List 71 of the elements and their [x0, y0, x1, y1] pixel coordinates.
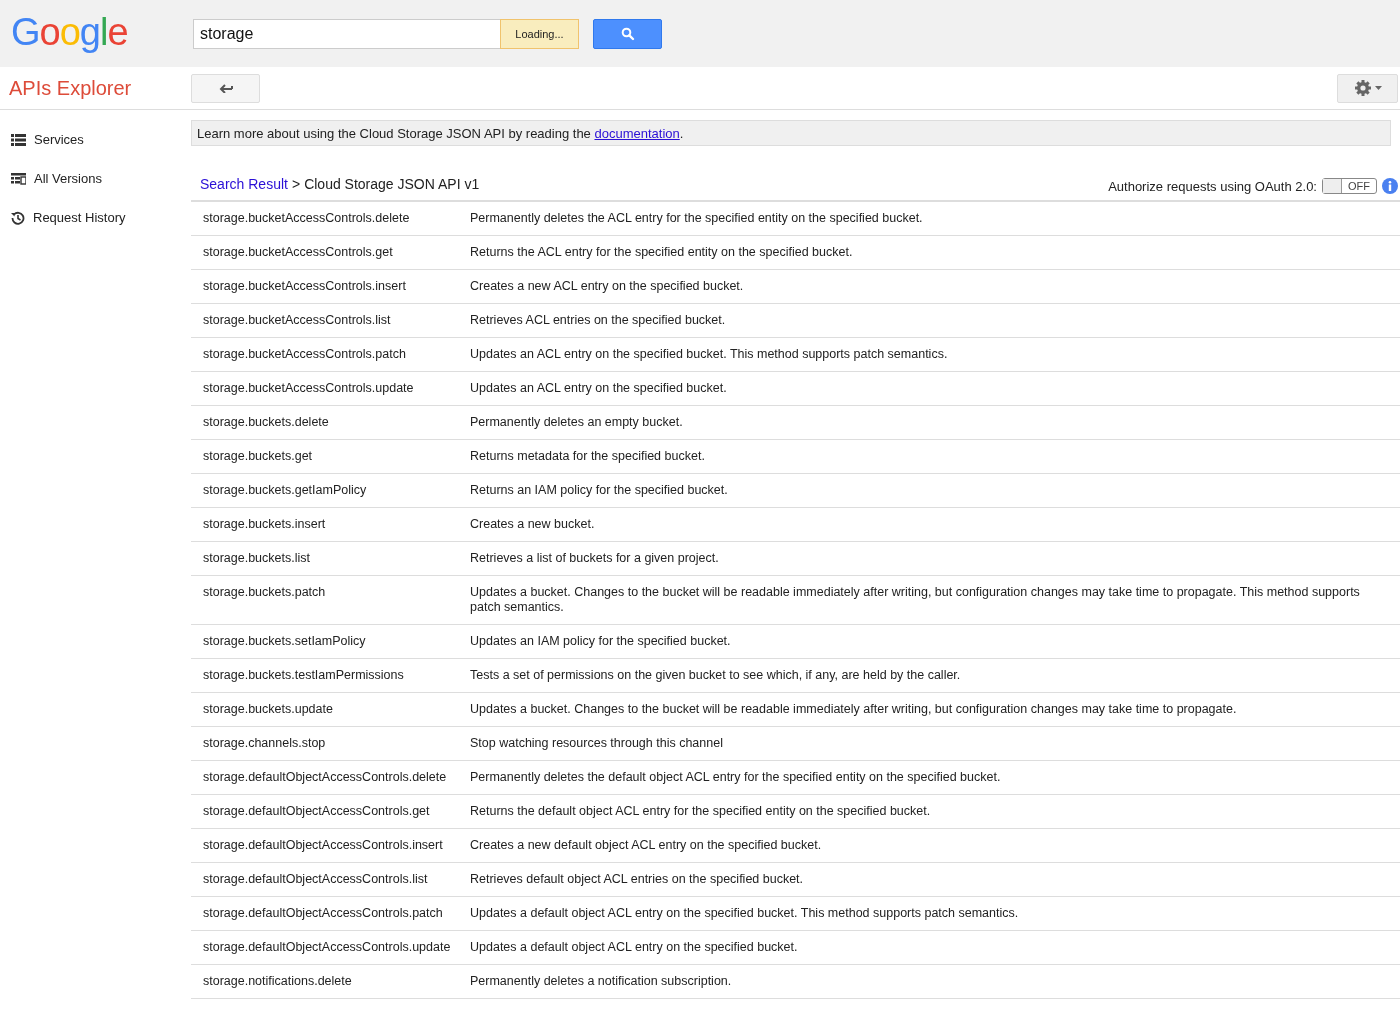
- method-link[interactable]: storage.buckets.get: [203, 449, 470, 464]
- method-link[interactable]: storage.notifications.delete: [203, 974, 470, 989]
- breadcrumb-current: Cloud Storage JSON API v1: [304, 176, 480, 192]
- method-description: Retrieves ACL entries on the specified bucket.: [470, 313, 727, 328]
- search-field[interactable]: storage: [193, 18, 500, 49]
- method-link[interactable]: storage.defaultObjectAccessControls.delete: [203, 770, 470, 785]
- info-text: Learn more about using the Cloud Storage JSON API by reading the documentation.: [197, 125, 684, 141]
- method-link[interactable]: storage.bucketAccessControls.delete: [203, 211, 470, 226]
- back-button[interactable]: [191, 73, 260, 103]
- method-link[interactable]: storage.buckets.getIamPolicy: [203, 483, 470, 498]
- history-icon: [11, 210, 25, 225]
- method-link[interactable]: storage.bucketAccessControls.list: [203, 313, 470, 328]
- method-description: Permanently deletes a notification subscription.: [470, 974, 733, 989]
- settings-icon: [1353, 79, 1372, 97]
- method-description: Returns an IAM policy for the specified bucket.: [470, 483, 729, 498]
- method-description: Updates a default object ACL entry on the specified bucket. This method supports patch semantics.: [470, 906, 1020, 921]
- method-description: Retrieves default object ACL entries on the specified bucket.: [470, 872, 805, 887]
- documentation-link[interactable]: documentation: [594, 125, 680, 141]
- method-link[interactable]: storage.bucketAccessControls.patch: [203, 347, 470, 362]
- info-icon[interactable]: [1382, 178, 1398, 194]
- method-description: Updates an IAM policy for the specified bucket.: [470, 634, 732, 649]
- method-link[interactable]: storage.buckets.patch: [203, 585, 470, 615]
- method-link[interactable]: storage.buckets.list: [203, 551, 470, 566]
- method-description: Updates a bucket. Changes to the bucket will be readable immediately after writing, but configuration changes may take time to propagate. This method supports patch semantics.: [470, 585, 1361, 615]
- search-button[interactable]: [593, 18, 662, 49]
- method-link[interactable]: storage.defaultObjectAccessControls.get: [203, 804, 470, 819]
- oauth-toggle[interactable]: OFF: [1322, 178, 1377, 194]
- sidebar-item[interactable]: Request History: [0, 198, 191, 237]
- method-link[interactable]: storage.channels.stop: [203, 736, 470, 751]
- method-description: Tests a set of permissions on the given bucket to see which, if any, are held by the caller.: [470, 668, 962, 683]
- method-link[interactable]: storage.buckets.setIamPolicy: [203, 634, 470, 649]
- method-description: Permanently deletes the default object ACL entry for the specified entity on the specified bucket.: [470, 770, 1002, 785]
- oauth-label: Authorize requests using OAuth 2.0:: [1108, 178, 1317, 194]
- breadcrumb-link[interactable]: Search Result: [200, 176, 288, 192]
- method-description: Creates a new default object ACL entry on the specified bucket.: [470, 838, 823, 853]
- settings-button[interactable]: [1337, 73, 1398, 103]
- method-description: Permanently deletes an empty bucket.: [470, 415, 684, 430]
- method-link[interactable]: storage.defaultObjectAccessControls.update: [203, 940, 470, 955]
- method-link[interactable]: storage.defaultObjectAccessControls.list: [203, 872, 470, 887]
- back-arrow-icon: [218, 83, 233, 93]
- list-icon: [11, 133, 26, 146]
- breadcrumb-separator: >: [291, 176, 301, 192]
- method-link[interactable]: storage.bucketAccessControls.insert: [203, 279, 470, 294]
- method-description: Returns the ACL entry for the specified entity on the specified bucket.: [470, 245, 854, 260]
- sidebar-item[interactable]: All Versions: [0, 159, 191, 198]
- method-description: Retrieves a list of buckets for a given project.: [470, 551, 720, 566]
- method-description: Stop watching resources through this channel: [470, 736, 724, 751]
- table-list-icon: [11, 172, 26, 185]
- logo: Google: [10, 11, 129, 54]
- method-link[interactable]: storage.defaultObjectAccessControls.insert: [203, 838, 470, 853]
- search-icon: [620, 26, 635, 41]
- method-description: Updates an ACL entry on the specified bucket. This method supports patch semantics.: [470, 347, 949, 362]
- method-description: Creates a new ACL entry on the specified bucket.: [470, 279, 745, 294]
- method-link[interactable]: storage.defaultObjectAccessControls.patch: [203, 906, 470, 921]
- method-link[interactable]: storage.buckets.update: [203, 702, 470, 717]
- method-description: Returns metadata for the specified bucket.: [470, 449, 706, 464]
- method-link[interactable]: storage.buckets.insert: [203, 517, 470, 532]
- method-link[interactable]: storage.buckets.delete: [203, 415, 470, 430]
- app-title: APIs Explorer: [8, 76, 133, 100]
- method-link[interactable]: storage.bucketAccessControls.update: [203, 381, 470, 396]
- caret-icon: [1374, 86, 1382, 90]
- method-description: Creates a new bucket.: [470, 517, 596, 532]
- loading-indicator: Loading...: [500, 18, 579, 49]
- method-description: Updates a default object ACL entry on the specified bucket.: [470, 940, 799, 955]
- method-description: Updates a bucket. Changes to the bucket will be readable immediately after writing, but configuration changes may take time to propagate.: [470, 702, 1238, 717]
- method-link[interactable]: storage.bucketAccessControls.get: [203, 245, 470, 260]
- method-link[interactable]: storage.buckets.testIamPermissions: [203, 668, 470, 683]
- sidebar-item[interactable]: Services: [0, 120, 191, 159]
- method-description: Returns the default object ACL entry for the specified entity on the specified bucket.: [470, 804, 932, 819]
- method-description: Permanently deletes the ACL entry for the specified entity on the specified bucket.: [470, 211, 924, 226]
- method-description: Updates an ACL entry on the specified bucket.: [470, 381, 728, 396]
